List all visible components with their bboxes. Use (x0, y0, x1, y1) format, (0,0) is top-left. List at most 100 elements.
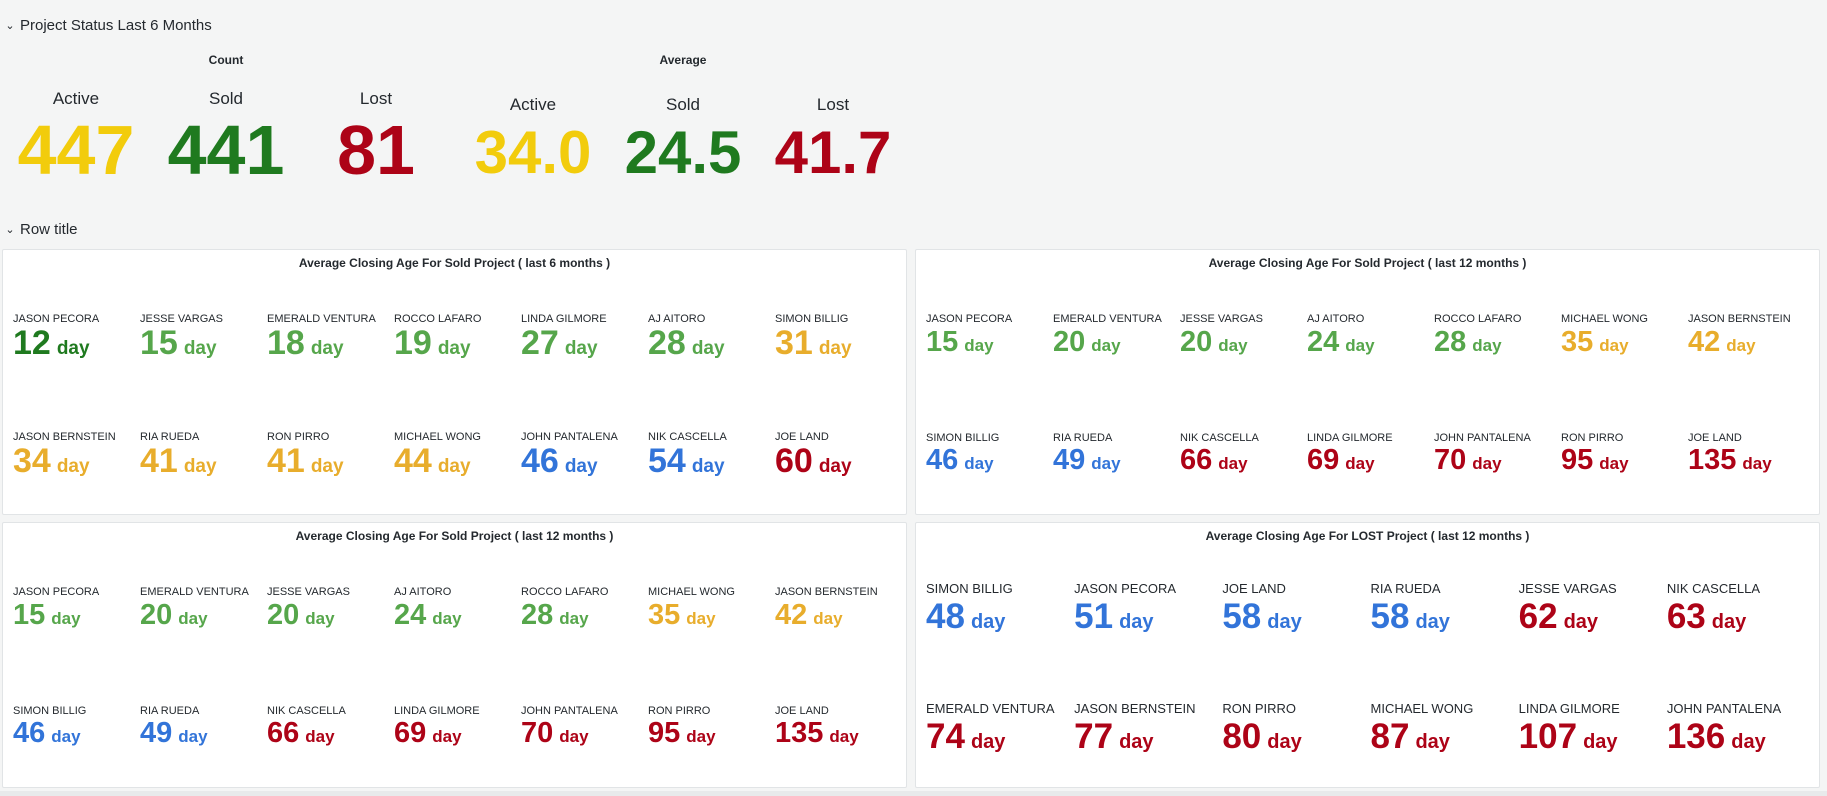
value-unit: day (818, 456, 852, 477)
person-stat: NIK CASCELLA 66 day (1180, 250, 1307, 514)
person-stat: JOHN PANTALENA 136 day (1667, 523, 1815, 787)
count-stat-lost: Lost 81 (301, 89, 451, 185)
person-stat: LINDA GILMORE 69 day (1307, 250, 1434, 514)
count-stat-active: Active 447 (1, 89, 151, 185)
person-value: 135 day (1688, 446, 1772, 475)
chevron-down-icon: ⌄ (5, 19, 15, 32)
person-value: 69 day (394, 719, 462, 748)
value-number: 66 (267, 717, 300, 749)
panel-cells: JASON PECORA 15 day EMERALD VENTURA 20 day JES… (926, 250, 1813, 514)
value-unit: day (432, 727, 462, 746)
value-unit: day (310, 456, 344, 477)
person-name: JOE LAND (1688, 432, 1742, 444)
person-stat: RON PIRRO 95 day (1561, 250, 1688, 514)
value-number: 46 (926, 444, 959, 476)
stat-value: 34.0 (474, 119, 592, 186)
person-stat: JASON BERNSTEIN 77 day (1074, 523, 1222, 787)
person-value: 95 day (648, 719, 716, 748)
chevron-down-icon: ⌄ (5, 223, 15, 236)
person-stat: RON PIRRO 41 day (267, 250, 394, 514)
stat-label: Active (52, 89, 100, 108)
person-value: 46 day (926, 446, 994, 475)
stat-panel-2: Average Closing Age For Sold Project ( l… (915, 249, 1820, 515)
stat-value: 447 (17, 111, 135, 189)
value-number: 54 (648, 442, 686, 480)
person-name: NIK CASCELLA (267, 705, 346, 717)
person-value: 54 day (648, 444, 725, 478)
value-number: 136 (1666, 717, 1726, 756)
person-stat: NIK CASCELLA 66 day (267, 523, 394, 787)
value-unit: day (1345, 454, 1375, 473)
person-value: 77 day (1074, 719, 1153, 754)
person-stat: LINDA GILMORE 69 day (394, 523, 521, 787)
count-group-title: Count (208, 53, 244, 67)
value-number: 135 (775, 717, 824, 749)
person-name: RON PIRRO (1561, 432, 1624, 444)
person-name: RON PIRRO (648, 705, 711, 717)
value-unit: day (1583, 731, 1618, 753)
person-value: 41 day (140, 444, 217, 478)
value-unit: day (437, 456, 471, 477)
value-number: 49 (1053, 444, 1086, 476)
person-value: 95 day (1561, 446, 1629, 475)
count-stat-sold: Sold 441 (151, 89, 301, 185)
stat-panel-4: Average Closing Age For LOST Project ( l… (915, 522, 1820, 788)
value-number: 95 (1561, 444, 1594, 476)
row-header-row-title[interactable]: ⌄ Row title (0, 217, 78, 241)
value-unit: day (1742, 454, 1772, 473)
person-value: 70 day (521, 719, 589, 748)
person-value: 69 day (1307, 446, 1375, 475)
average-stat-active: Active 34.0 (458, 95, 608, 183)
person-name: NIK CASCELLA (1180, 432, 1259, 444)
value-unit: day (1119, 731, 1154, 753)
person-value: 49 day (1053, 446, 1121, 475)
panel-cells: JASON PECORA 15 day EMERALD VENTURA 20 day JES… (13, 523, 900, 787)
value-unit: day (1091, 454, 1121, 473)
person-value: 46 day (521, 444, 598, 478)
value-unit: day (829, 727, 859, 746)
person-stat: MICHAEL WONG 87 day (1371, 523, 1519, 787)
person-stat: EMERALD VENTURA 74 day (926, 523, 1074, 787)
value-unit: day (56, 456, 90, 477)
person-value: 70 day (1434, 446, 1502, 475)
person-value: 41 day (267, 444, 344, 478)
value-unit: day (1599, 454, 1629, 473)
value-number: 41 (140, 442, 178, 480)
row-header-project-status[interactable]: ⌄ Project Status Last 6 Months (0, 13, 212, 37)
stat-label: Lost (359, 89, 393, 108)
value-number: 34 (13, 442, 51, 480)
person-name: LINDA GILMORE (1307, 432, 1393, 444)
value-number: 70 (1434, 444, 1467, 476)
person-stat: MICHAEL WONG 44 day (394, 250, 521, 514)
value-number: 49 (140, 717, 173, 749)
value-number: 74 (926, 717, 965, 756)
person-value: 34 day (13, 444, 90, 478)
value-number: 95 (648, 717, 681, 749)
person-stat: RON PIRRO 80 day (1222, 523, 1370, 787)
value-number: 70 (521, 717, 554, 749)
person-name: SIMON BILLIG (926, 432, 1000, 444)
value-unit: day (970, 731, 1006, 753)
person-stat: JOE LAND 135 day (775, 523, 902, 787)
person-value: 74 day (926, 719, 1005, 754)
person-stat: JOE LAND 135 day (1688, 250, 1815, 514)
person-stat: JOHN PANTALENA 46 day (521, 250, 648, 514)
value-unit: day (691, 456, 725, 477)
panel-cells: SIMON BILLIG 48 day JASON PECORA 51 day JOE LA… (926, 523, 1813, 787)
person-stat: RIA RUEDA 49 day (140, 523, 267, 787)
person-value: 66 day (1180, 446, 1248, 475)
person-stat: RIA RUEDA 41 day (140, 250, 267, 514)
person-stat: RON PIRRO 95 day (648, 523, 775, 787)
value-number: 60 (775, 442, 813, 480)
stat-value: 441 (167, 111, 285, 189)
value-number: 77 (1074, 717, 1114, 756)
person-stat: NIK CASCELLA 54 day (648, 250, 775, 514)
stat-panel-1: Average Closing Age For Sold Project ( l… (2, 249, 907, 515)
person-name: LINDA GILMORE (1518, 701, 1620, 716)
person-stat: RIA RUEDA 49 day (1053, 250, 1180, 514)
row-title: Row title (20, 220, 78, 238)
value-number: 80 (1222, 717, 1262, 756)
person-stat: SIMON BILLIG 46 day (926, 250, 1053, 514)
row-title: Project Status Last 6 Months (20, 16, 212, 34)
stat-value: 81 (337, 111, 415, 189)
